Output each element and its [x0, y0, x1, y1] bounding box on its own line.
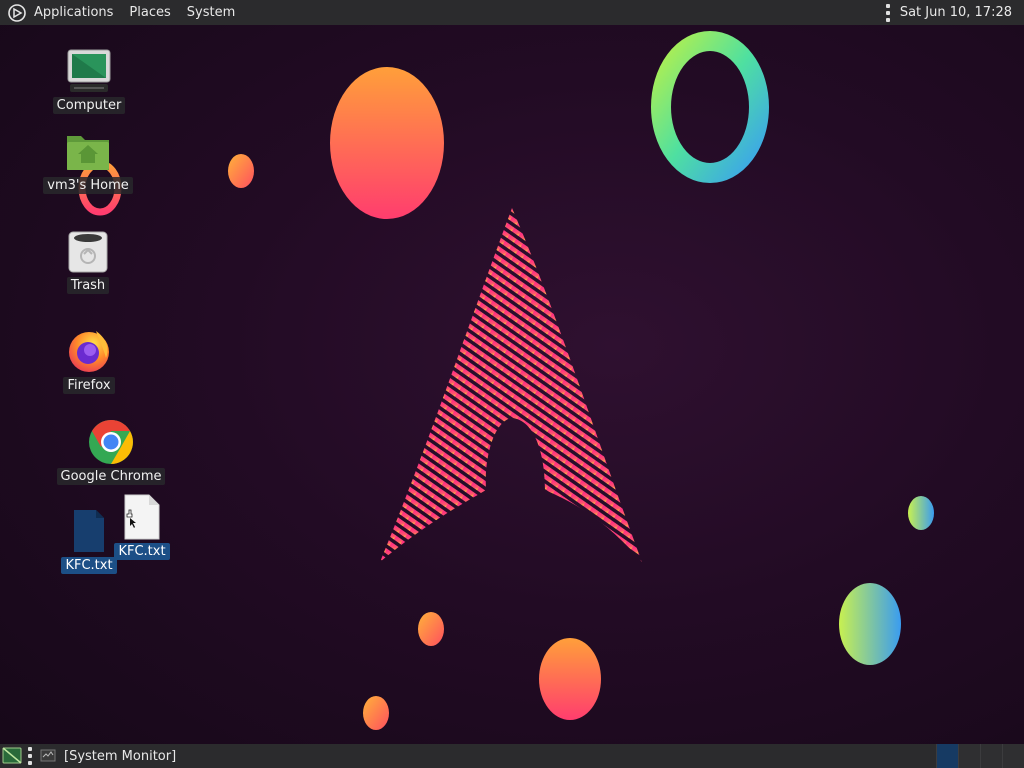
- desktop-icon-label: Computer: [52, 97, 126, 114]
- panel-handle-icon[interactable]: [885, 3, 890, 22]
- firefox-icon: [69, 331, 109, 372]
- workspace-2[interactable]: [958, 744, 980, 768]
- desktop-screen: Applications Places System Sat Jun 10, 1…: [0, 0, 1024, 768]
- bottom-panel: [System Monitor]: [0, 744, 1024, 768]
- workspace-1[interactable]: [936, 744, 958, 768]
- desktop-icon-home[interactable]: vm3's Home: [33, 128, 143, 194]
- system-monitor-icon: [40, 749, 56, 762]
- desktop-icon-firefox[interactable]: Firefox: [34, 328, 144, 394]
- wallpaper-art: [0, 0, 1024, 768]
- menu-system[interactable]: System: [179, 0, 243, 25]
- text-file-icon: [124, 494, 160, 540]
- computer-icon: [67, 49, 111, 92]
- trash-icon: [68, 231, 108, 273]
- show-desktop-icon[interactable]: [2, 746, 22, 766]
- desktop-icon-label: Trash: [66, 277, 110, 294]
- taskbar-item-system-monitor[interactable]: [System Monitor]: [38, 744, 176, 768]
- desktop-icon-trash[interactable]: Trash: [33, 228, 143, 294]
- menu-places[interactable]: Places: [121, 0, 178, 25]
- desktop-icon-label: KFC.txt: [114, 543, 170, 560]
- workspace-switcher: [936, 744, 1024, 768]
- top-panel: Applications Places System Sat Jun 10, 1…: [0, 0, 1024, 25]
- chrome-icon: [89, 420, 133, 464]
- menu-applications[interactable]: Applications: [26, 0, 121, 25]
- desktop-icon-computer[interactable]: Computer: [34, 48, 144, 114]
- desktop-icon-kfc-txt-dragged[interactable]: KFC.txt: [87, 494, 197, 560]
- desktop-icon-chrome[interactable]: Google Chrome: [56, 419, 166, 485]
- wallpaper-svg: [78, 31, 934, 730]
- workspace-3[interactable]: [980, 744, 1002, 768]
- workspace-4[interactable]: [1002, 744, 1024, 768]
- desktop-icon-label: Firefox: [63, 377, 115, 394]
- desktop-icon-label: Google Chrome: [56, 468, 166, 485]
- distro-logo-icon[interactable]: [8, 3, 26, 22]
- clock[interactable]: Sat Jun 10, 17:28: [896, 0, 1024, 25]
- top-panel-right: Sat Jun 10, 17:28: [885, 0, 1024, 25]
- taskbar-item-label: [System Monitor]: [64, 748, 177, 764]
- home-folder-icon: [67, 136, 109, 170]
- desktop-icon-label: vm3's Home: [43, 177, 133, 194]
- panel-handle-icon[interactable]: [28, 747, 32, 765]
